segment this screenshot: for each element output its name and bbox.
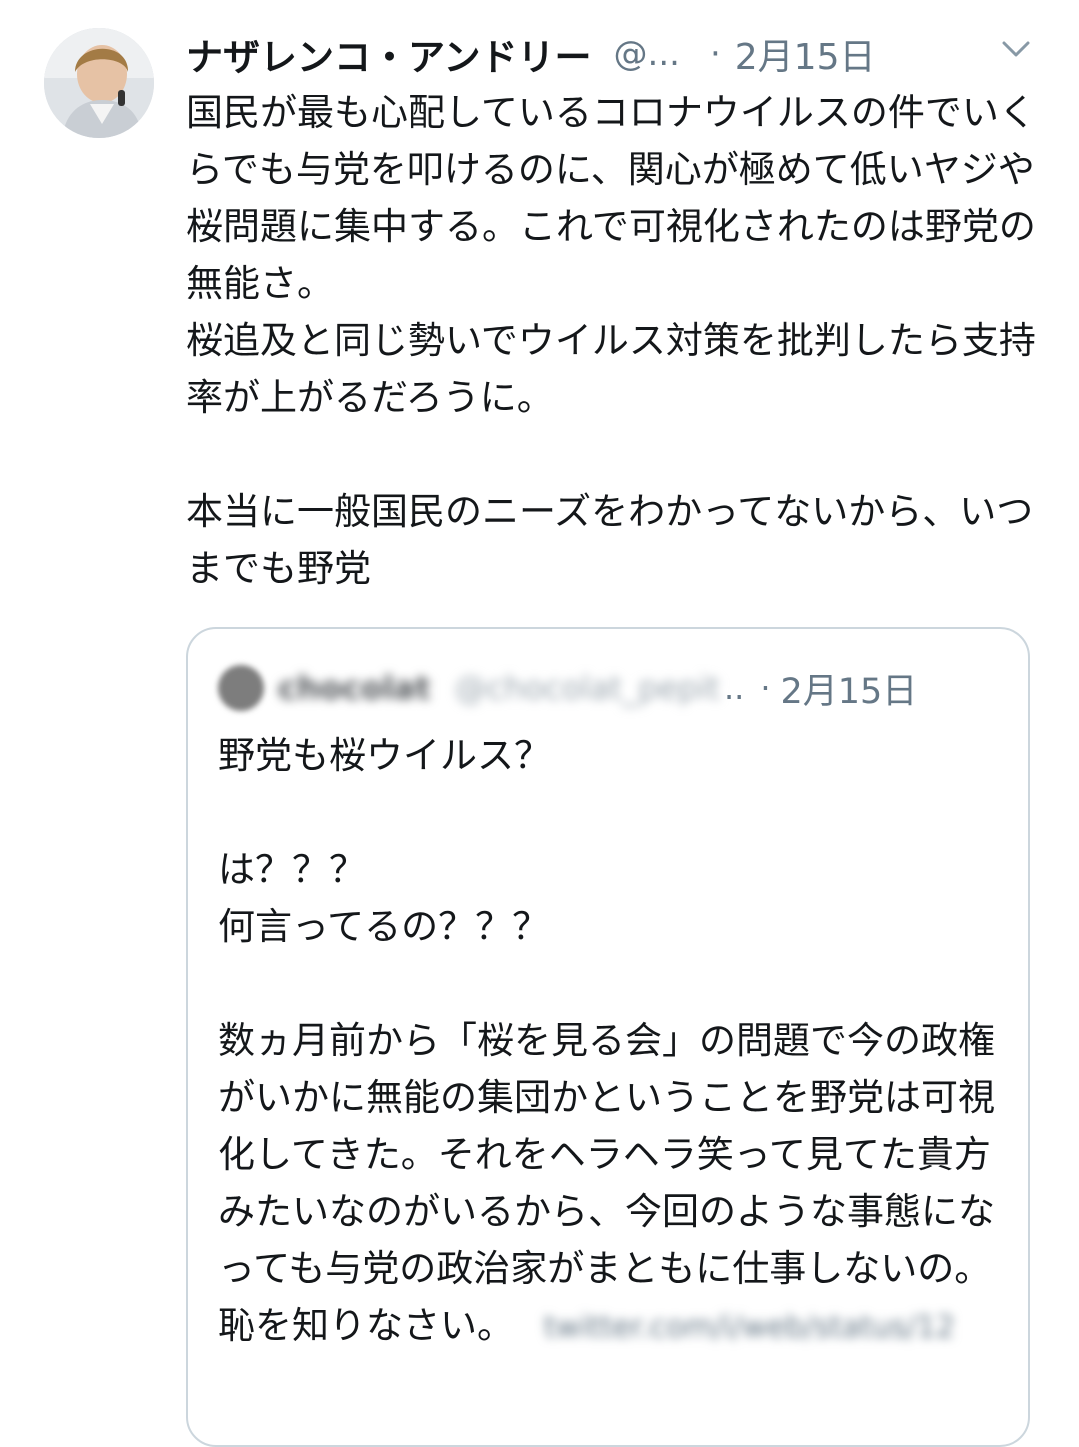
- quoted-tweet[interactable]: chocolat @chocolat_pepit .. · 2月15日 野党も桜…: [186, 627, 1030, 1447]
- tweet-header: ナザレンコ・アンドリー @... · 2月15日: [186, 26, 1046, 82]
- tweet-menu-button[interactable]: [998, 34, 1034, 64]
- tweet-date[interactable]: 2月15日: [735, 28, 876, 80]
- separator-dot: ·: [709, 34, 721, 74]
- quoted-tweet-header: chocolat @chocolat_pepit .. · 2月15日: [218, 663, 1008, 713]
- tweet[interactable]: ナザレンコ・アンドリー @... · 2月15日 国民が最も心配しているコロナウ…: [0, 0, 1079, 1447]
- quoted-handle-truncation: ..: [723, 669, 745, 707]
- tweet-text: 国民が最も心配しているコロナウイルスの件でいくらでも与党を叩けるのに、関心が極め…: [186, 91, 1036, 590]
- quoted-author-avatar[interactable]: [218, 665, 264, 711]
- quoted-separator-dot: ·: [760, 669, 771, 707]
- quoted-author-handle[interactable]: @chocolat_pepit: [455, 669, 720, 707]
- avatar-photo-icon: [44, 28, 154, 138]
- quoted-tweet-link[interactable]: twitter.com/i/web/status/12: [544, 1299, 955, 1356]
- chevron-down-icon: [1002, 41, 1030, 57]
- author-name[interactable]: ナザレンコ・アンドリー: [186, 27, 592, 81]
- author-avatar[interactable]: [44, 28, 154, 138]
- quoted-author-name[interactable]: chocolat: [278, 669, 431, 707]
- quoted-tweet-date[interactable]: 2月15日: [780, 663, 917, 714]
- quoted-tweet-body: 野党も桜ウイルス？ は？？？ 何言ってるの？？？ 数ヵ月前から「桜を見る会」の問…: [218, 734, 995, 1347]
- quoted-tweet-text: 野党も桜ウイルス？ は？？？ 何言ってるの？？？ 数ヵ月前から「桜を見る会」の問…: [218, 727, 1008, 1356]
- author-handle[interactable]: @...: [614, 34, 680, 74]
